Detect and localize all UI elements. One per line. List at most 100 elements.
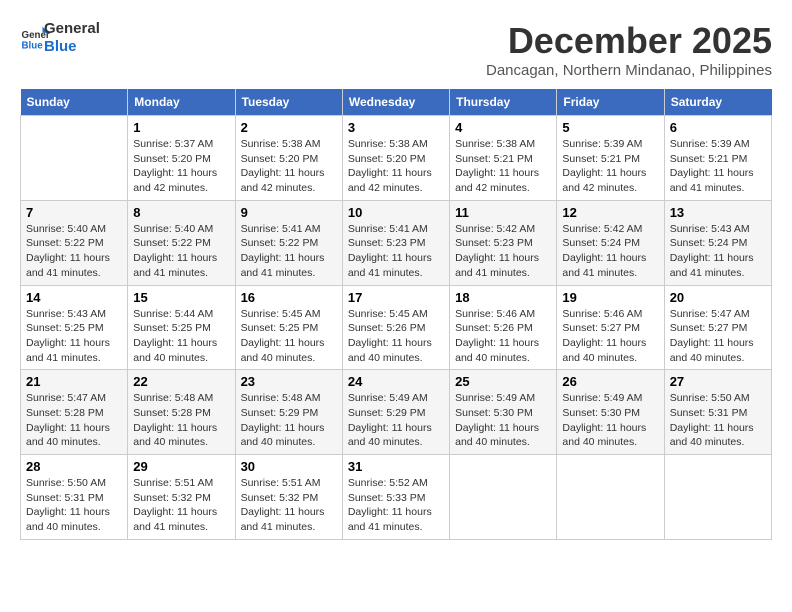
logo: General Blue General Blue: [20, 20, 100, 56]
calendar-header-row: SundayMondayTuesdayWednesdayThursdayFrid…: [21, 89, 772, 116]
day-number: 28: [26, 459, 122, 474]
day-info: Sunrise: 5:45 AMSunset: 5:25 PMDaylight:…: [241, 307, 337, 366]
day-info: Sunrise: 5:50 AMSunset: 5:31 PMDaylight:…: [26, 476, 122, 535]
day-info: Sunrise: 5:42 AMSunset: 5:23 PMDaylight:…: [455, 222, 551, 281]
calendar-cell: 11Sunrise: 5:42 AMSunset: 5:23 PMDayligh…: [450, 200, 557, 285]
calendar-cell: 3 Sunrise: 5:38 AMSunset: 5:20 PMDaylight…: [342, 116, 449, 201]
day-number: 17: [348, 290, 444, 305]
calendar-cell: 14 Sunrise: 5:43 AMSunset: 5:25 PMDayligh…: [21, 285, 128, 370]
day-info: Sunrise: 5:38 AMSunset: 5:20 PMDaylight:…: [241, 137, 337, 196]
calendar-cell: 21 Sunrise: 5:47 AMSunset: 5:28 PMDayligh…: [21, 370, 128, 455]
day-info: Sunrise: 5:39 AMSunset: 5:21 PMDaylight:…: [670, 137, 766, 196]
day-info: Sunrise: 5:38 AMSunset: 5:21 PMDaylight:…: [455, 137, 551, 196]
col-header-wednesday: Wednesday: [342, 89, 449, 116]
day-number: 6: [670, 120, 766, 135]
calendar-cell: 16 Sunrise: 5:45 AMSunset: 5:25 PMDayligh…: [235, 285, 342, 370]
day-number: 30: [241, 459, 337, 474]
col-header-monday: Monday: [128, 89, 235, 116]
day-number: 18: [455, 290, 551, 305]
calendar-cell: 9 Sunrise: 5:41 AMSunset: 5:22 PMDaylight…: [235, 200, 342, 285]
calendar-cell: 19 Sunrise: 5:46 AMSunset: 5:27 PMDayligh…: [557, 285, 664, 370]
day-info: Sunrise: 5:51 AMSunset: 5:32 PMDaylight:…: [133, 476, 229, 535]
svg-text:Blue: Blue: [22, 41, 44, 52]
calendar-cell: 17 Sunrise: 5:45 AMSunset: 5:26 PMDayligh…: [342, 285, 449, 370]
day-info: Sunrise: 5:43 AMSunset: 5:24 PMDaylight:…: [670, 222, 766, 281]
day-info: Sunrise: 5:38 AMSunset: 5:20 PMDaylight:…: [348, 137, 444, 196]
day-number: 3: [348, 120, 444, 135]
calendar-cell: 27Sunrise: 5:50 AMSunset: 5:31 PMDayligh…: [664, 370, 771, 455]
calendar-cell: 8Sunrise: 5:40 AMSunset: 5:22 PMDaylight…: [128, 200, 235, 285]
day-number: 31: [348, 459, 444, 474]
calendar-cell: [557, 455, 664, 540]
day-number: 2: [241, 120, 337, 135]
calendar-cell: 10Sunrise: 5:41 AMSunset: 5:23 PMDayligh…: [342, 200, 449, 285]
day-info: Sunrise: 5:44 AMSunset: 5:25 PMDaylight:…: [133, 307, 229, 366]
calendar-week-2: 7 Sunrise: 5:40 AMSunset: 5:22 PMDaylight…: [21, 200, 772, 285]
day-number: 12: [562, 205, 658, 220]
calendar-cell: 15 Sunrise: 5:44 AMSunset: 5:25 PMDayligh…: [128, 285, 235, 370]
day-info: Sunrise: 5:47 AMSunset: 5:28 PMDaylight:…: [26, 391, 122, 450]
day-number: 1: [133, 120, 229, 135]
day-info: Sunrise: 5:51 AMSunset: 5:32 PMDaylight:…: [241, 476, 337, 535]
day-info: Sunrise: 5:45 AMSunset: 5:26 PMDaylight:…: [348, 307, 444, 366]
day-number: 29: [133, 459, 229, 474]
title-block: December 2025 Dancagan, Northern Mindana…: [486, 20, 772, 79]
calendar-cell: 30 Sunrise: 5:51 AMSunset: 5:32 PMDayligh…: [235, 455, 342, 540]
calendar-cell: 2 Sunrise: 5:38 AMSunset: 5:20 PMDaylight…: [235, 116, 342, 201]
day-number: 27: [670, 374, 766, 389]
day-number: 26: [562, 374, 658, 389]
calendar-cell: [450, 455, 557, 540]
day-number: 14: [26, 290, 122, 305]
month-title: December 2025: [486, 20, 772, 62]
calendar-cell: 4Sunrise: 5:38 AMSunset: 5:21 PMDaylight…: [450, 116, 557, 201]
day-info: Sunrise: 5:43 AMSunset: 5:25 PMDaylight:…: [26, 307, 122, 366]
day-number: 19: [562, 290, 658, 305]
day-number: 13: [670, 205, 766, 220]
page-header: General Blue General Blue December 2025 …: [20, 20, 772, 79]
day-info: Sunrise: 5:48 AMSunset: 5:28 PMDaylight:…: [133, 391, 229, 450]
day-number: 16: [241, 290, 337, 305]
day-number: 22: [133, 374, 229, 389]
day-number: 7: [26, 205, 122, 220]
col-header-friday: Friday: [557, 89, 664, 116]
day-info: Sunrise: 5:40 AMSunset: 5:22 PMDaylight:…: [133, 222, 229, 281]
day-info: Sunrise: 5:40 AMSunset: 5:22 PMDaylight:…: [26, 222, 122, 281]
day-info: Sunrise: 5:37 AMSunset: 5:20 PMDaylight:…: [133, 137, 229, 196]
calendar-cell: 1 Sunrise: 5:37 AMSunset: 5:20 PMDaylight…: [128, 116, 235, 201]
day-info: Sunrise: 5:47 AMSunset: 5:27 PMDaylight:…: [670, 307, 766, 366]
calendar-week-3: 14 Sunrise: 5:43 AMSunset: 5:25 PMDayligh…: [21, 285, 772, 370]
day-info: Sunrise: 5:49 AMSunset: 5:29 PMDaylight:…: [348, 391, 444, 450]
calendar-cell: 5 Sunrise: 5:39 AMSunset: 5:21 PMDaylight…: [557, 116, 664, 201]
day-info: Sunrise: 5:41 AMSunset: 5:22 PMDaylight:…: [241, 222, 337, 281]
day-number: 9: [241, 205, 337, 220]
day-number: 5: [562, 120, 658, 135]
day-info: Sunrise: 5:39 AMSunset: 5:21 PMDaylight:…: [562, 137, 658, 196]
calendar-cell: 22 Sunrise: 5:48 AMSunset: 5:28 PMDayligh…: [128, 370, 235, 455]
col-header-saturday: Saturday: [664, 89, 771, 116]
location: Dancagan, Northern Mindanao, Philippines: [486, 62, 772, 79]
day-number: 23: [241, 374, 337, 389]
logo-text-blue: Blue: [44, 38, 100, 56]
day-info: Sunrise: 5:46 AMSunset: 5:26 PMDaylight:…: [455, 307, 551, 366]
calendar-cell: 12 Sunrise: 5:42 AMSunset: 5:24 PMDayligh…: [557, 200, 664, 285]
day-info: Sunrise: 5:48 AMSunset: 5:29 PMDaylight:…: [241, 391, 337, 450]
day-info: Sunrise: 5:46 AMSunset: 5:27 PMDaylight:…: [562, 307, 658, 366]
calendar-week-1: 1 Sunrise: 5:37 AMSunset: 5:20 PMDaylight…: [21, 116, 772, 201]
calendar-cell: 7 Sunrise: 5:40 AMSunset: 5:22 PMDaylight…: [21, 200, 128, 285]
day-number: 10: [348, 205, 444, 220]
calendar-cell: 23 Sunrise: 5:48 AMSunset: 5:29 PMDayligh…: [235, 370, 342, 455]
calendar-cell: 20Sunrise: 5:47 AMSunset: 5:27 PMDayligh…: [664, 285, 771, 370]
calendar-table: SundayMondayTuesdayWednesdayThursdayFrid…: [20, 89, 772, 540]
col-header-tuesday: Tuesday: [235, 89, 342, 116]
calendar-cell: 18 Sunrise: 5:46 AMSunset: 5:26 PMDayligh…: [450, 285, 557, 370]
day-info: Sunrise: 5:49 AMSunset: 5:30 PMDaylight:…: [455, 391, 551, 450]
calendar-cell: [21, 116, 128, 201]
day-number: 15: [133, 290, 229, 305]
day-info: Sunrise: 5:42 AMSunset: 5:24 PMDaylight:…: [562, 222, 658, 281]
calendar-cell: 6 Sunrise: 5:39 AMSunset: 5:21 PMDaylight…: [664, 116, 771, 201]
calendar-cell: 29 Sunrise: 5:51 AMSunset: 5:32 PMDayligh…: [128, 455, 235, 540]
calendar-cell: 25Sunrise: 5:49 AMSunset: 5:30 PMDayligh…: [450, 370, 557, 455]
calendar-cell: 28 Sunrise: 5:50 AMSunset: 5:31 PMDayligh…: [21, 455, 128, 540]
day-info: Sunrise: 5:49 AMSunset: 5:30 PMDaylight:…: [562, 391, 658, 450]
day-number: 21: [26, 374, 122, 389]
